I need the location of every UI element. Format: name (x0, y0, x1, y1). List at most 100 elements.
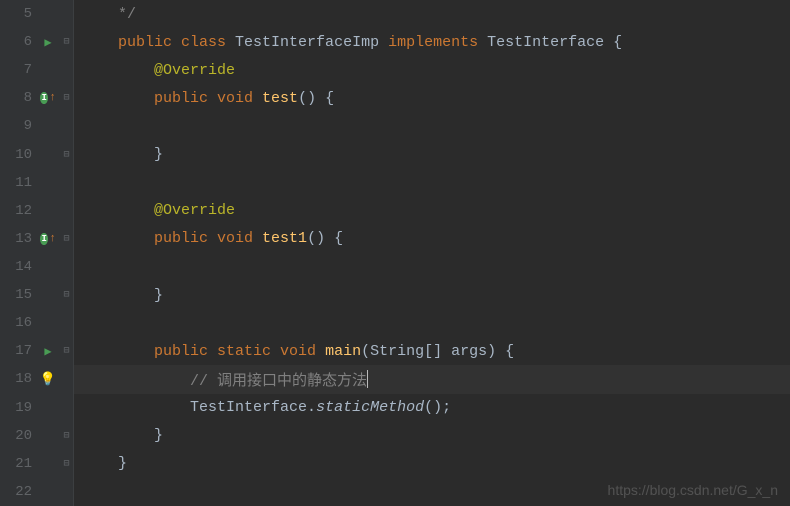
line-number: 13 (15, 231, 38, 247)
token-comment: */ (82, 6, 136, 23)
fold-row: ⊟ (60, 281, 73, 309)
token-punct: } (82, 427, 163, 444)
fold-row (60, 169, 73, 197)
code-line[interactable] (74, 169, 790, 197)
fold-row: ⊟ (60, 450, 73, 478)
token-kw: void (280, 343, 325, 360)
fold-gutter: ⊟ ⊟ ⊟ ⊟ ⊟ ⊟ ⊟ ⊟ (60, 0, 74, 506)
token-kw: static (217, 343, 280, 360)
gutter-row: 12 (0, 197, 60, 225)
token-punct: } (82, 146, 163, 163)
override-icon[interactable]: I↑ (40, 231, 56, 247)
gutter-row: 8I↑ (0, 84, 60, 112)
line-number: 14 (15, 259, 38, 275)
fold-toggle-icon[interactable]: ⊟ (63, 345, 69, 357)
gutter-row: 13I↑ (0, 225, 60, 253)
code-line[interactable]: // 调用接口中的静态方法 (74, 365, 790, 393)
line-number: 8 (24, 90, 38, 106)
fold-toggle-icon[interactable]: ⊟ (63, 430, 69, 442)
code-line[interactable]: @Override (74, 197, 790, 225)
fold-toggle-icon[interactable]: ⊟ (63, 149, 69, 161)
token-cls: TestInterface (487, 34, 613, 51)
code-line[interactable]: TestInterface.staticMethod(); (74, 394, 790, 422)
fold-row (60, 365, 73, 393)
line-number: 22 (15, 484, 38, 500)
token-punct: (); (424, 399, 451, 416)
code-line[interactable]: public void test() { (74, 84, 790, 112)
token-punct: () { (298, 90, 334, 107)
fold-row (60, 112, 73, 140)
code-line[interactable] (74, 309, 790, 337)
fold-toggle-icon[interactable]: ⊟ (63, 92, 69, 104)
token-kw: implements (388, 34, 487, 51)
fold-toggle-icon[interactable]: ⊟ (63, 233, 69, 245)
fold-row (60, 394, 73, 422)
gutter-row: 9 (0, 112, 60, 140)
line-number: 12 (15, 203, 38, 219)
code-line[interactable]: } (74, 422, 790, 450)
token-anno: @Override (82, 62, 235, 79)
token-punct: () { (307, 230, 343, 247)
token-meth: main (325, 343, 361, 360)
fold-row: ⊟ (60, 28, 73, 56)
token-kw: void (217, 90, 262, 107)
line-number: 11 (15, 175, 38, 191)
fold-row (60, 197, 73, 225)
line-number: 15 (15, 287, 38, 303)
line-number: 5 (24, 6, 38, 22)
token-punct: . (307, 399, 316, 416)
line-number: 18 (15, 371, 38, 387)
code-line[interactable] (74, 112, 790, 140)
line-number: 7 (24, 62, 38, 78)
gutter-row: 15 (0, 281, 60, 309)
fold-toggle-icon[interactable]: ⊟ (63, 36, 69, 48)
token-param: String[] args (370, 343, 487, 360)
line-gutter: 56▶78I↑910111213I↑14151617▶18💡19202122 (0, 0, 60, 506)
run-icon[interactable]: ▶ (40, 343, 56, 359)
token-kw: public (82, 34, 181, 51)
fold-row (60, 478, 73, 506)
token-kw: void (217, 230, 262, 247)
gutter-row: 16 (0, 309, 60, 337)
gutter-row: 6▶ (0, 28, 60, 56)
line-number: 17 (15, 343, 38, 359)
line-number: 19 (15, 400, 38, 416)
token-kw: public (82, 90, 217, 107)
fold-row: ⊟ (60, 141, 73, 169)
code-line[interactable]: } (74, 281, 790, 309)
fold-toggle-icon[interactable]: ⊟ (63, 458, 69, 470)
code-area[interactable]: */ public class TestInterfaceImp impleme… (74, 0, 790, 506)
run-icon[interactable]: ▶ (40, 34, 56, 50)
code-line[interactable] (74, 253, 790, 281)
fold-row: ⊟ (60, 337, 73, 365)
token-punct: ( (361, 343, 370, 360)
fold-toggle-icon[interactable]: ⊟ (63, 289, 69, 301)
code-line[interactable]: public static void main(String[] args) { (74, 337, 790, 365)
token-punct: { (613, 34, 622, 51)
gutter-row: 21 (0, 450, 60, 478)
bulb-icon[interactable]: 💡 (40, 371, 56, 387)
code-line[interactable]: @Override (74, 56, 790, 84)
token-kw: public (82, 343, 217, 360)
gutter-row: 18💡 (0, 365, 60, 393)
code-line[interactable]: public void test1() { (74, 225, 790, 253)
code-line[interactable]: public class TestInterfaceImp implements… (74, 28, 790, 56)
line-number: 20 (15, 428, 38, 444)
line-number: 9 (24, 118, 38, 134)
token-static-call: staticMethod (316, 399, 424, 416)
code-line[interactable]: } (74, 450, 790, 478)
gutter-row: 7 (0, 56, 60, 84)
code-editor[interactable]: 56▶78I↑910111213I↑14151617▶18💡19202122 ⊟… (0, 0, 790, 506)
line-number: 10 (15, 147, 38, 163)
gutter-row: 11 (0, 169, 60, 197)
token-kw: class (181, 34, 235, 51)
gutter-row: 14 (0, 253, 60, 281)
code-line[interactable]: } (74, 141, 790, 169)
fold-row: ⊟ (60, 422, 73, 450)
fold-row (60, 56, 73, 84)
override-icon[interactable]: I↑ (40, 90, 56, 106)
watermark-text: https://blog.csdn.net/G_x_n (608, 482, 778, 498)
token-meth: test (262, 90, 298, 107)
code-line[interactable]: */ (74, 0, 790, 28)
token-punct: ) { (487, 343, 514, 360)
